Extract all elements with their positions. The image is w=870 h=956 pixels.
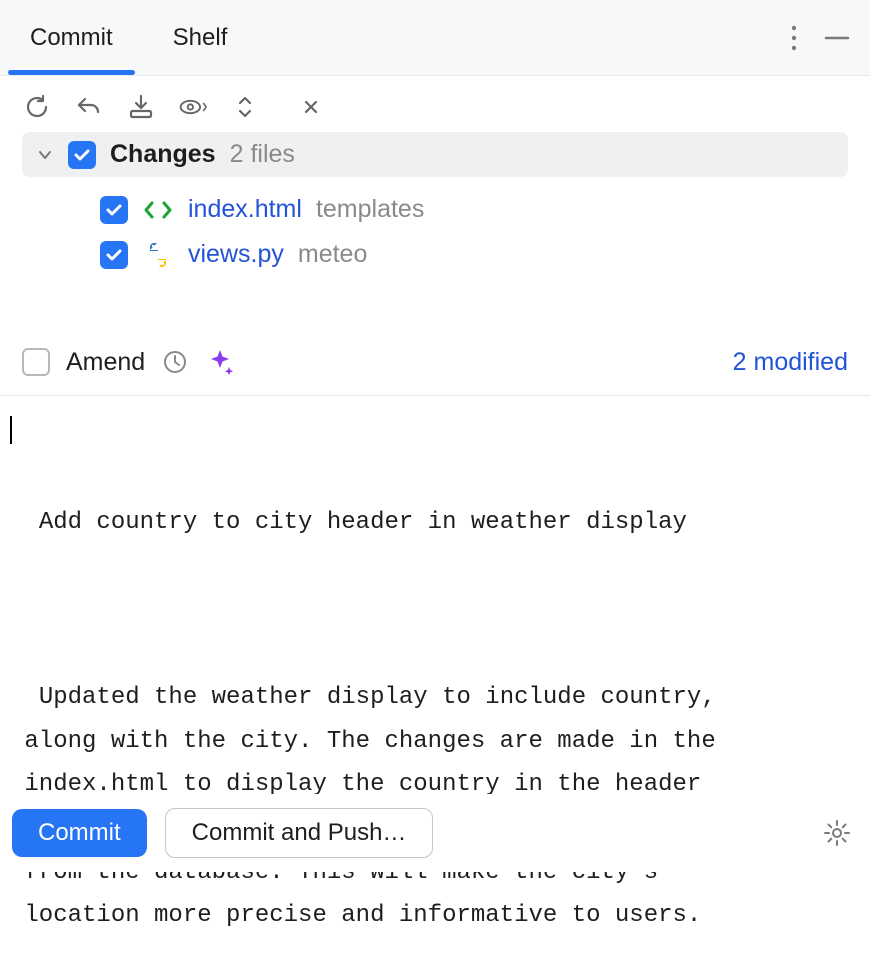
panel-header: Commit Shelf — [0, 0, 870, 76]
header-actions — [790, 23, 852, 53]
commit-toolbar — [0, 76, 870, 132]
changes-tree: Changes 2 files index.html templates vie… — [0, 132, 870, 277]
expand-collapse-icon[interactable] — [230, 92, 260, 122]
file-row-index-html[interactable]: index.html templates — [22, 187, 848, 232]
file-checkbox[interactable] — [100, 241, 128, 269]
amend-checkbox[interactable] — [22, 348, 50, 376]
modified-count[interactable]: 2 modified — [733, 348, 848, 377]
amend-bar: Amend 2 modified — [0, 325, 870, 396]
rollback-icon[interactable] — [74, 92, 104, 122]
tab-commit[interactable]: Commit — [0, 0, 143, 75]
commit-message-title: Add country to city header in weather di… — [39, 509, 687, 536]
group-by-icon[interactable] — [296, 92, 326, 122]
file-name: index.html — [188, 195, 302, 224]
changes-root-checkbox[interactable] — [68, 141, 96, 169]
file-name: views.py — [188, 240, 284, 269]
refresh-icon[interactable] — [22, 92, 52, 122]
tabs: Commit Shelf — [0, 0, 257, 75]
tab-shelf[interactable]: Shelf — [143, 0, 258, 75]
tab-shelf-label: Shelf — [173, 24, 228, 52]
commit-button-label: Commit — [38, 819, 121, 846]
show-diff-icon[interactable] — [178, 92, 208, 122]
changes-root-row[interactable]: Changes 2 files — [22, 132, 848, 177]
file-checkbox[interactable] — [100, 196, 128, 224]
tab-commit-label: Commit — [30, 24, 113, 52]
file-dir: meteo — [298, 240, 367, 269]
python-file-icon — [142, 241, 174, 269]
bottom-action-bar: Commit Commit and Push… — [0, 794, 870, 872]
minimize-icon[interactable] — [822, 23, 852, 53]
file-dir: templates — [316, 195, 424, 224]
more-options-icon[interactable] — [790, 23, 798, 53]
html-file-icon — [142, 198, 174, 222]
shelve-icon[interactable] — [126, 92, 156, 122]
changes-label: Changes — [110, 140, 216, 169]
amend-label: Amend — [66, 348, 145, 377]
text-cursor — [10, 416, 12, 444]
history-icon[interactable] — [161, 348, 189, 376]
chevron-down-icon[interactable] — [36, 146, 54, 164]
file-row-views-py[interactable]: views.py meteo — [22, 232, 848, 277]
settings-icon[interactable] — [822, 818, 852, 848]
changes-count: 2 files — [230, 140, 295, 169]
commit-message-editor[interactable]: Add country to city header in weather di… — [0, 396, 870, 956]
commit-and-push-label: Commit and Push… — [192, 819, 407, 846]
ai-suggestion-icon[interactable] — [205, 347, 235, 377]
commit-and-push-button[interactable]: Commit and Push… — [165, 808, 434, 858]
commit-button[interactable]: Commit — [12, 809, 147, 857]
